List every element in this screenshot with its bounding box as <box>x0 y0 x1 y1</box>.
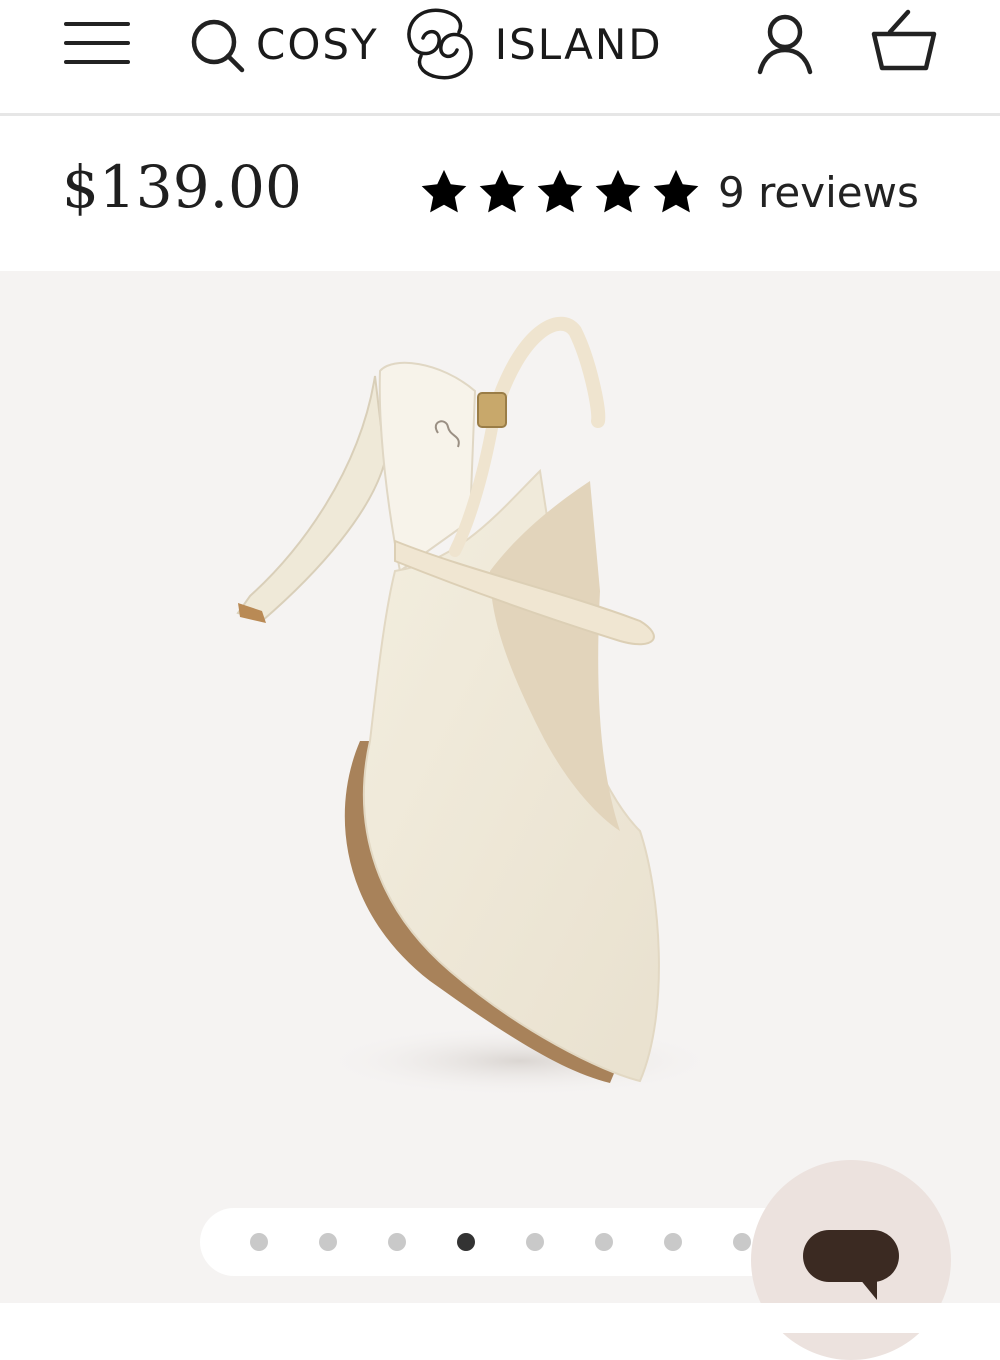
star-icon <box>479 169 525 213</box>
gallery-dot[interactable] <box>664 1233 682 1251</box>
brand-word-left: COSY <box>256 19 379 69</box>
cart-icon <box>871 9 937 71</box>
product-rating[interactable]: 9 reviews <box>418 157 919 227</box>
star-icon <box>421 169 467 213</box>
gallery-dot[interactable] <box>733 1233 751 1251</box>
cart-button[interactable] <box>868 6 940 76</box>
gallery-dot[interactable] <box>457 1233 475 1251</box>
product-price: $139.00 <box>62 153 302 221</box>
gallery-dot[interactable] <box>388 1233 406 1251</box>
brand-word-right: ISLAND <box>494 19 663 69</box>
gallery-pagination <box>200 1208 800 1276</box>
account-button[interactable] <box>754 10 816 76</box>
star-icon <box>653 169 699 213</box>
gallery-dot[interactable] <box>526 1233 544 1251</box>
brand-mark-icon <box>407 8 473 80</box>
search-button[interactable] <box>188 14 248 74</box>
search-icon <box>191 19 245 73</box>
page-bottom <box>0 1303 1000 1333</box>
gallery-dot[interactable] <box>319 1233 337 1251</box>
site-header: COSY ISLAND <box>0 0 1000 116</box>
rating-stars <box>418 166 702 218</box>
star-icon <box>595 169 641 213</box>
reviews-link[interactable]: 9 reviews <box>718 168 919 217</box>
product-image <box>236 316 720 1097</box>
product-image-gallery[interactable] <box>0 271 1000 1303</box>
price-rating-row: $139.00 9 reviews <box>0 119 1000 271</box>
gallery-dot[interactable] <box>250 1233 268 1251</box>
brand-logo[interactable]: COSY ISLAND <box>256 2 746 86</box>
star-icon <box>537 169 583 213</box>
gallery-dot[interactable] <box>595 1233 613 1251</box>
account-icon <box>757 14 813 75</box>
menu-button[interactable] <box>62 20 134 68</box>
